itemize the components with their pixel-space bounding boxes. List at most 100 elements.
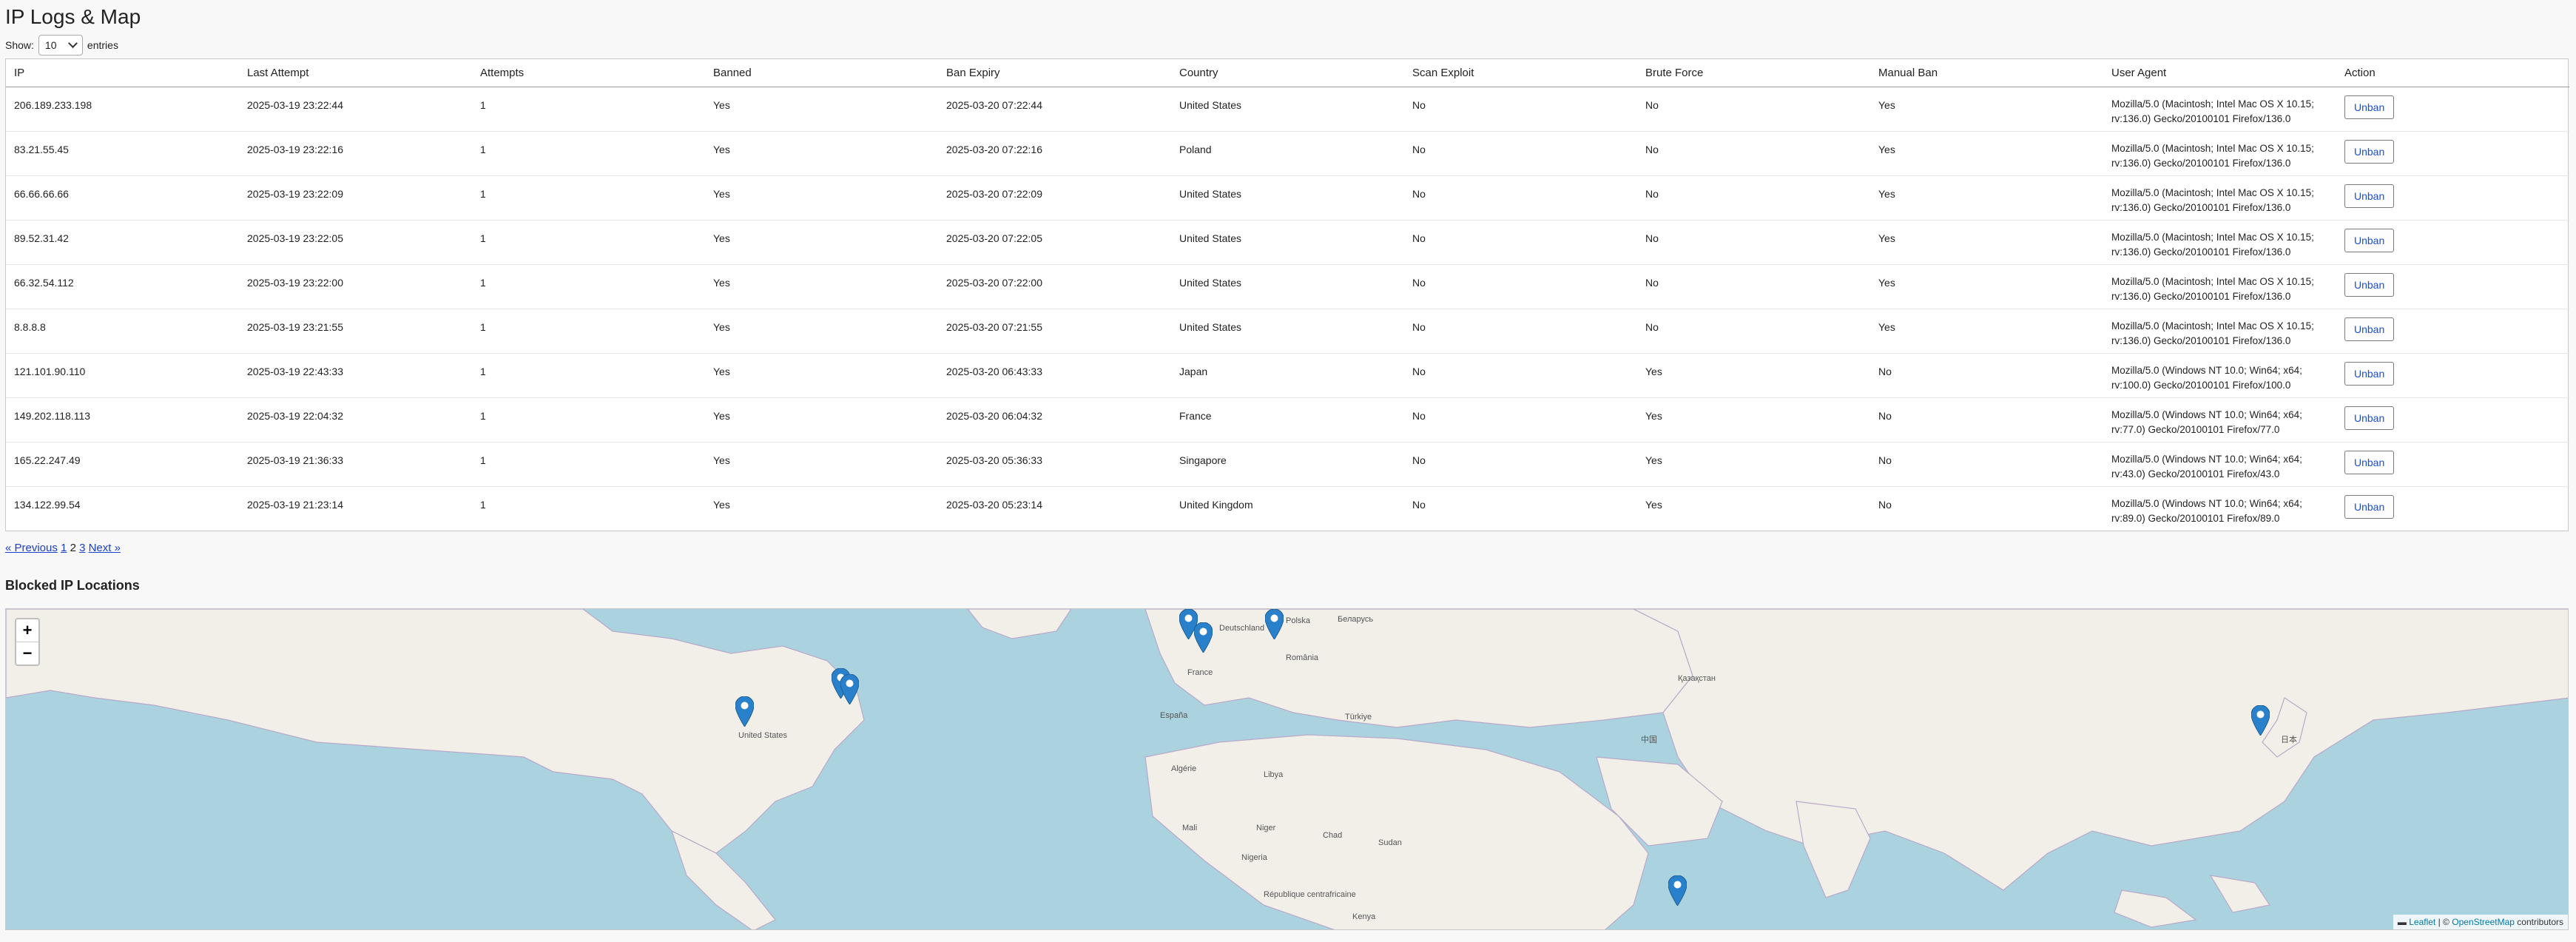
cell-manual-ban: Yes xyxy=(1870,130,2103,175)
cell-ban-expiry: 2025-03-20 05:23:14 xyxy=(938,485,1171,531)
unban-button[interactable]: Unban xyxy=(2344,139,2395,164)
cell-brute-force: Yes xyxy=(1637,441,1870,486)
page-link-1[interactable]: 1 xyxy=(61,542,67,554)
page-link-3[interactable]: 3 xyxy=(79,542,85,554)
map-label-polska: Polska xyxy=(1286,616,1311,625)
cell-user-agent: Mozilla/5.0 (Windows NT 10.0; Win64; x64… xyxy=(2103,352,2336,397)
map-label-turkiye: Türkiye xyxy=(1345,713,1372,721)
cell-ip: 89.52.31.42 xyxy=(6,219,239,264)
column-header-last-attempt[interactable]: Last Attempt xyxy=(239,59,472,87)
map-label-belarus: Беларусь xyxy=(1338,615,1374,624)
cell-ban-expiry: 2025-03-20 05:36:33 xyxy=(938,441,1171,486)
cell-attempts: 1 xyxy=(472,175,705,220)
cell-ban-expiry: 2025-03-20 07:22:44 xyxy=(946,98,1042,111)
cell-manual-ban: No xyxy=(1870,352,2103,397)
zoom-out-button[interactable]: − xyxy=(16,642,38,665)
cell-user-agent: Mozilla/5.0 (Macintosh; Intel Mac OS X 1… xyxy=(2103,175,2336,220)
cell-banned: Yes xyxy=(705,175,938,220)
cell-ip: 66.32.54.112 xyxy=(6,263,239,309)
next-page-link[interactable]: Next » xyxy=(89,542,121,554)
cell-ban-expiry: 2025-03-20 07:22:16 xyxy=(938,130,1171,175)
cell-scan-exploit: No xyxy=(1404,130,1637,175)
map-label-romania: România xyxy=(1286,653,1319,662)
entries-length-control: Show: 10 entries xyxy=(5,35,118,55)
cell-action: Unban xyxy=(2336,130,2569,175)
unban-button[interactable]: Unban xyxy=(2344,450,2395,474)
column-header-ip[interactable]: IP xyxy=(6,59,239,87)
cell-last-attempt: 2025-03-19 21:36:33 xyxy=(239,441,472,486)
unban-button[interactable]: Unban xyxy=(2344,184,2395,208)
cell-action: Unban xyxy=(2336,87,2569,131)
column-header-user-agent[interactable]: User Agent xyxy=(2103,59,2336,87)
map-label-algeria: Algérie xyxy=(1171,764,1197,773)
previous-page-link[interactable]: « Previous xyxy=(5,542,58,554)
cell-banned: Yes xyxy=(705,352,938,397)
cell-banned: Yes xyxy=(705,263,938,309)
table-row: 89.52.31.42 2025-03-19 23:22:05 1 Yes 2025-0… xyxy=(6,219,2569,264)
cell-last-attempt: 2025-03-19 22:04:32 xyxy=(239,397,472,442)
column-header-brute-force[interactable]: Brute Force xyxy=(1637,59,1870,87)
page-current-2: 2 xyxy=(70,542,76,554)
cell-brute-force: Yes xyxy=(1637,485,1870,531)
cell-country: Singapore xyxy=(1171,441,1404,486)
cell-banned: Yes xyxy=(713,98,730,111)
column-header-country[interactable]: Country xyxy=(1171,59,1404,87)
map-label-niger: Niger xyxy=(1256,824,1276,832)
zoom-in-button[interactable]: + xyxy=(16,619,38,642)
cell-banned: Yes xyxy=(705,397,938,442)
blocked-ip-map[interactable]: + − United States France España Deutschl… xyxy=(5,608,2569,930)
cell-ip: 165.22.247.49 xyxy=(6,441,239,486)
unban-button[interactable]: Unban xyxy=(2344,494,2395,519)
map-attribution: ▬ Leaflet | © OpenStreetMap contributors xyxy=(2393,915,2568,929)
unban-button[interactable]: Unban xyxy=(2344,317,2395,341)
cell-ban-expiry: 2025-03-20 06:04:32 xyxy=(938,397,1171,442)
map-label-sudan: Sudan xyxy=(1378,838,1402,847)
map-label-kenya: Kenya xyxy=(1352,912,1376,921)
cell-banned: Yes xyxy=(705,130,938,175)
column-header-attempts[interactable]: Attempts xyxy=(472,59,705,87)
cell-manual-ban: No xyxy=(1870,441,2103,486)
map-marker-singapore[interactable] xyxy=(1668,875,1687,906)
map-marker-poland[interactable] xyxy=(1265,609,1284,639)
cell-country: United States xyxy=(1171,175,1404,220)
cell-brute-force: No xyxy=(1637,263,1870,309)
table-row: 8.8.8.8 2025-03-19 23:21:55 1 Yes 2025-03-20… xyxy=(6,308,2569,353)
cell-country: United States xyxy=(1171,263,1404,309)
cell-manual-ban: Yes xyxy=(1870,175,2103,220)
table-body: 206.189.233.198 2025-03-19 23:22:44 1 Yes 20… xyxy=(6,87,2569,531)
unban-button[interactable]: Unban xyxy=(2344,95,2395,119)
leaflet-flag-icon: ▬ xyxy=(2397,917,2407,927)
cell-attempts: 1 xyxy=(472,352,705,397)
cell-user-agent: Mozilla/5.0 (Windows NT 10.0; Win64; x64… xyxy=(2103,441,2336,486)
map-marker-france[interactable] xyxy=(1194,622,1213,653)
map-marker-us-1[interactable] xyxy=(735,696,754,727)
openstreetmap-link[interactable]: OpenStreetMap xyxy=(2452,917,2515,927)
column-header-banned[interactable]: Banned xyxy=(705,59,938,87)
cell-last-attempt: 2025-03-19 22:43:33 xyxy=(239,352,472,397)
column-header-ban-expiry[interactable]: Ban Expiry xyxy=(938,59,1171,87)
unban-button[interactable]: Unban xyxy=(2344,406,2395,430)
column-header-scan-exploit[interactable]: Scan Exploit xyxy=(1404,59,1637,87)
unban-button[interactable]: Unban xyxy=(2344,361,2395,386)
map-heading: Blocked IP Locations xyxy=(5,578,140,593)
column-header-manual-ban[interactable]: Manual Ban xyxy=(1870,59,2103,87)
map-marker-japan[interactable] xyxy=(2251,705,2270,736)
cell-scan-exploit: No xyxy=(1412,98,1426,111)
map-label-mali: Mali xyxy=(1182,824,1198,832)
cell-scan-exploit: No xyxy=(1404,485,1637,531)
cell-last-attempt: 2025-03-19 23:21:55 xyxy=(239,308,472,353)
attribution-separator: | © xyxy=(2438,917,2449,927)
cell-attempts: 1 xyxy=(472,308,705,353)
cell-last-attempt: 2025-03-19 23:22:00 xyxy=(239,263,472,309)
map-zoom-control: + − xyxy=(15,618,40,666)
column-header-action[interactable]: Action xyxy=(2336,59,2569,87)
cell-manual-ban: No xyxy=(1870,485,2103,531)
cell-brute-force: No xyxy=(1637,175,1870,220)
unban-button[interactable]: Unban xyxy=(2344,272,2395,297)
cell-user-agent: Mozilla/5.0 (Macintosh; Intel Mac OS X 1… xyxy=(2111,98,2314,124)
cell-ban-expiry: 2025-03-20 07:22:00 xyxy=(938,263,1171,309)
map-marker-us-3[interactable] xyxy=(840,674,859,704)
unban-button[interactable]: Unban xyxy=(2344,228,2395,252)
leaflet-link[interactable]: Leaflet xyxy=(2409,917,2435,927)
entries-select[interactable]: 10 xyxy=(38,35,83,55)
